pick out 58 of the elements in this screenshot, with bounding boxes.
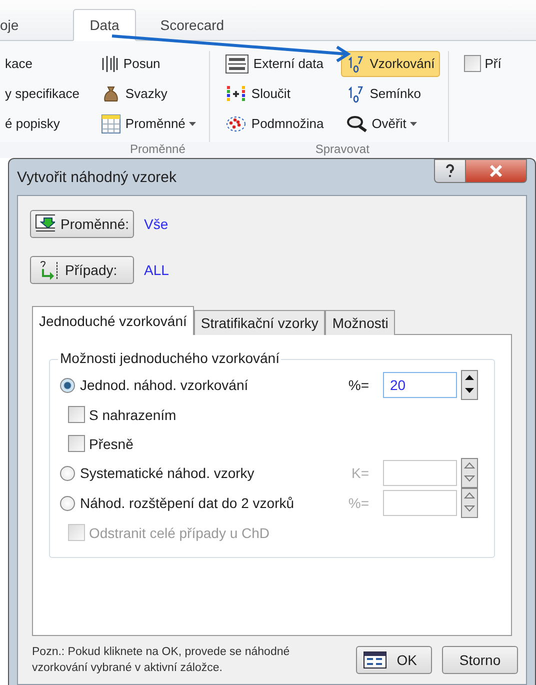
download-icon	[35, 214, 55, 234]
dialog-tab[interactable]: Možnosti	[325, 310, 396, 335]
ribbon-tab[interactable]: Data	[72, 8, 136, 41]
group-label: Spravovat	[315, 142, 370, 158]
radio-button[interactable]	[60, 466, 75, 480]
close-icon	[489, 165, 503, 177]
dialog-tab[interactable]: Stratifikační vzorky	[194, 310, 326, 335]
field-label: %=	[347, 377, 369, 393]
note-text: Pozn.: Pokud kliknete na OK, provede se náhodné vzorkování vybrané v aktivní záložce.	[32, 645, 291, 676]
option-label: Jednod. náhod. vzorkování	[80, 377, 250, 393]
help-button[interactable]	[434, 159, 465, 183]
checkbox[interactable]	[464, 55, 481, 72]
field-label: %=	[347, 495, 369, 511]
ribbon-button[interactable]: Posun	[96, 50, 202, 77]
merge-icon	[225, 84, 248, 104]
selector-button[interactable]: Proměnné:	[30, 210, 134, 238]
scatter-subset-icon	[225, 114, 248, 134]
ribbon-button[interactable]: kace	[0, 50, 84, 77]
database-icon	[225, 54, 250, 74]
vertical-bars-icon	[101, 54, 120, 74]
checkbox-label[interactable]: Přesně	[60, 429, 478, 458]
ribbon-button[interactable]: Semínko	[340, 80, 440, 107]
ribbon-button[interactable]: Externí data	[220, 50, 329, 77]
ribbon-button[interactable]: y specifikace	[0, 80, 84, 107]
dialog-button[interactable]: Storno	[442, 646, 518, 674]
group-label: Proměnné	[130, 142, 186, 158]
ribbon-button[interactable]: Svazky	[96, 80, 202, 107]
spreadsheet-icon	[363, 651, 387, 669]
ribbon-button[interactable]: Sloučit	[220, 80, 329, 107]
dialog-button[interactable]: OK	[356, 646, 432, 674]
window-title: Vytvořit náhodný vzorek	[17, 168, 177, 186]
close-button[interactable]	[465, 159, 527, 183]
checkbox[interactable]	[68, 406, 85, 423]
ribbon-button[interactable]: Podmnožina	[220, 110, 329, 137]
field-label: K=	[350, 465, 369, 481]
spinner[interactable]	[461, 370, 478, 400]
ribbon-button[interactable]: Proměnné	[96, 110, 202, 137]
dialog-tab[interactable]: Jednoduché vzorkování	[32, 306, 194, 335]
table-icon	[101, 114, 122, 134]
checkbox-label[interactable]: S nahrazením	[60, 400, 478, 429]
number-field[interactable]: 20	[383, 372, 457, 398]
help-icon	[445, 164, 455, 178]
ribbon-button[interactable]: Vzorkování	[340, 50, 440, 77]
selector-button[interactable]: Případy:	[30, 256, 134, 284]
radio-button[interactable]	[60, 496, 75, 510]
ribbon-button[interactable]: Ověřit	[340, 110, 440, 137]
ribbon-tab[interactable]: Scorecard	[144, 10, 240, 40]
group-title: Možnosti jednoduchého vzorkování	[58, 350, 282, 366]
checkbox[interactable]	[68, 435, 85, 452]
ribbon-checkbox[interactable]: Pří	[458, 50, 506, 77]
selection-value: Vše	[144, 216, 168, 232]
radio-button[interactable]	[60, 378, 75, 392]
ribbon-tab[interactable]: oje	[0, 10, 25, 40]
option-label: Náhod. rozštěpení dat do 2 vzorků	[80, 495, 296, 511]
selection-value: ALL	[144, 262, 169, 278]
option-label: Systematické náhod. vzorky	[80, 465, 256, 481]
magnifier-icon	[346, 114, 368, 133]
ribbon-button[interactable]: é popisky	[0, 110, 84, 137]
